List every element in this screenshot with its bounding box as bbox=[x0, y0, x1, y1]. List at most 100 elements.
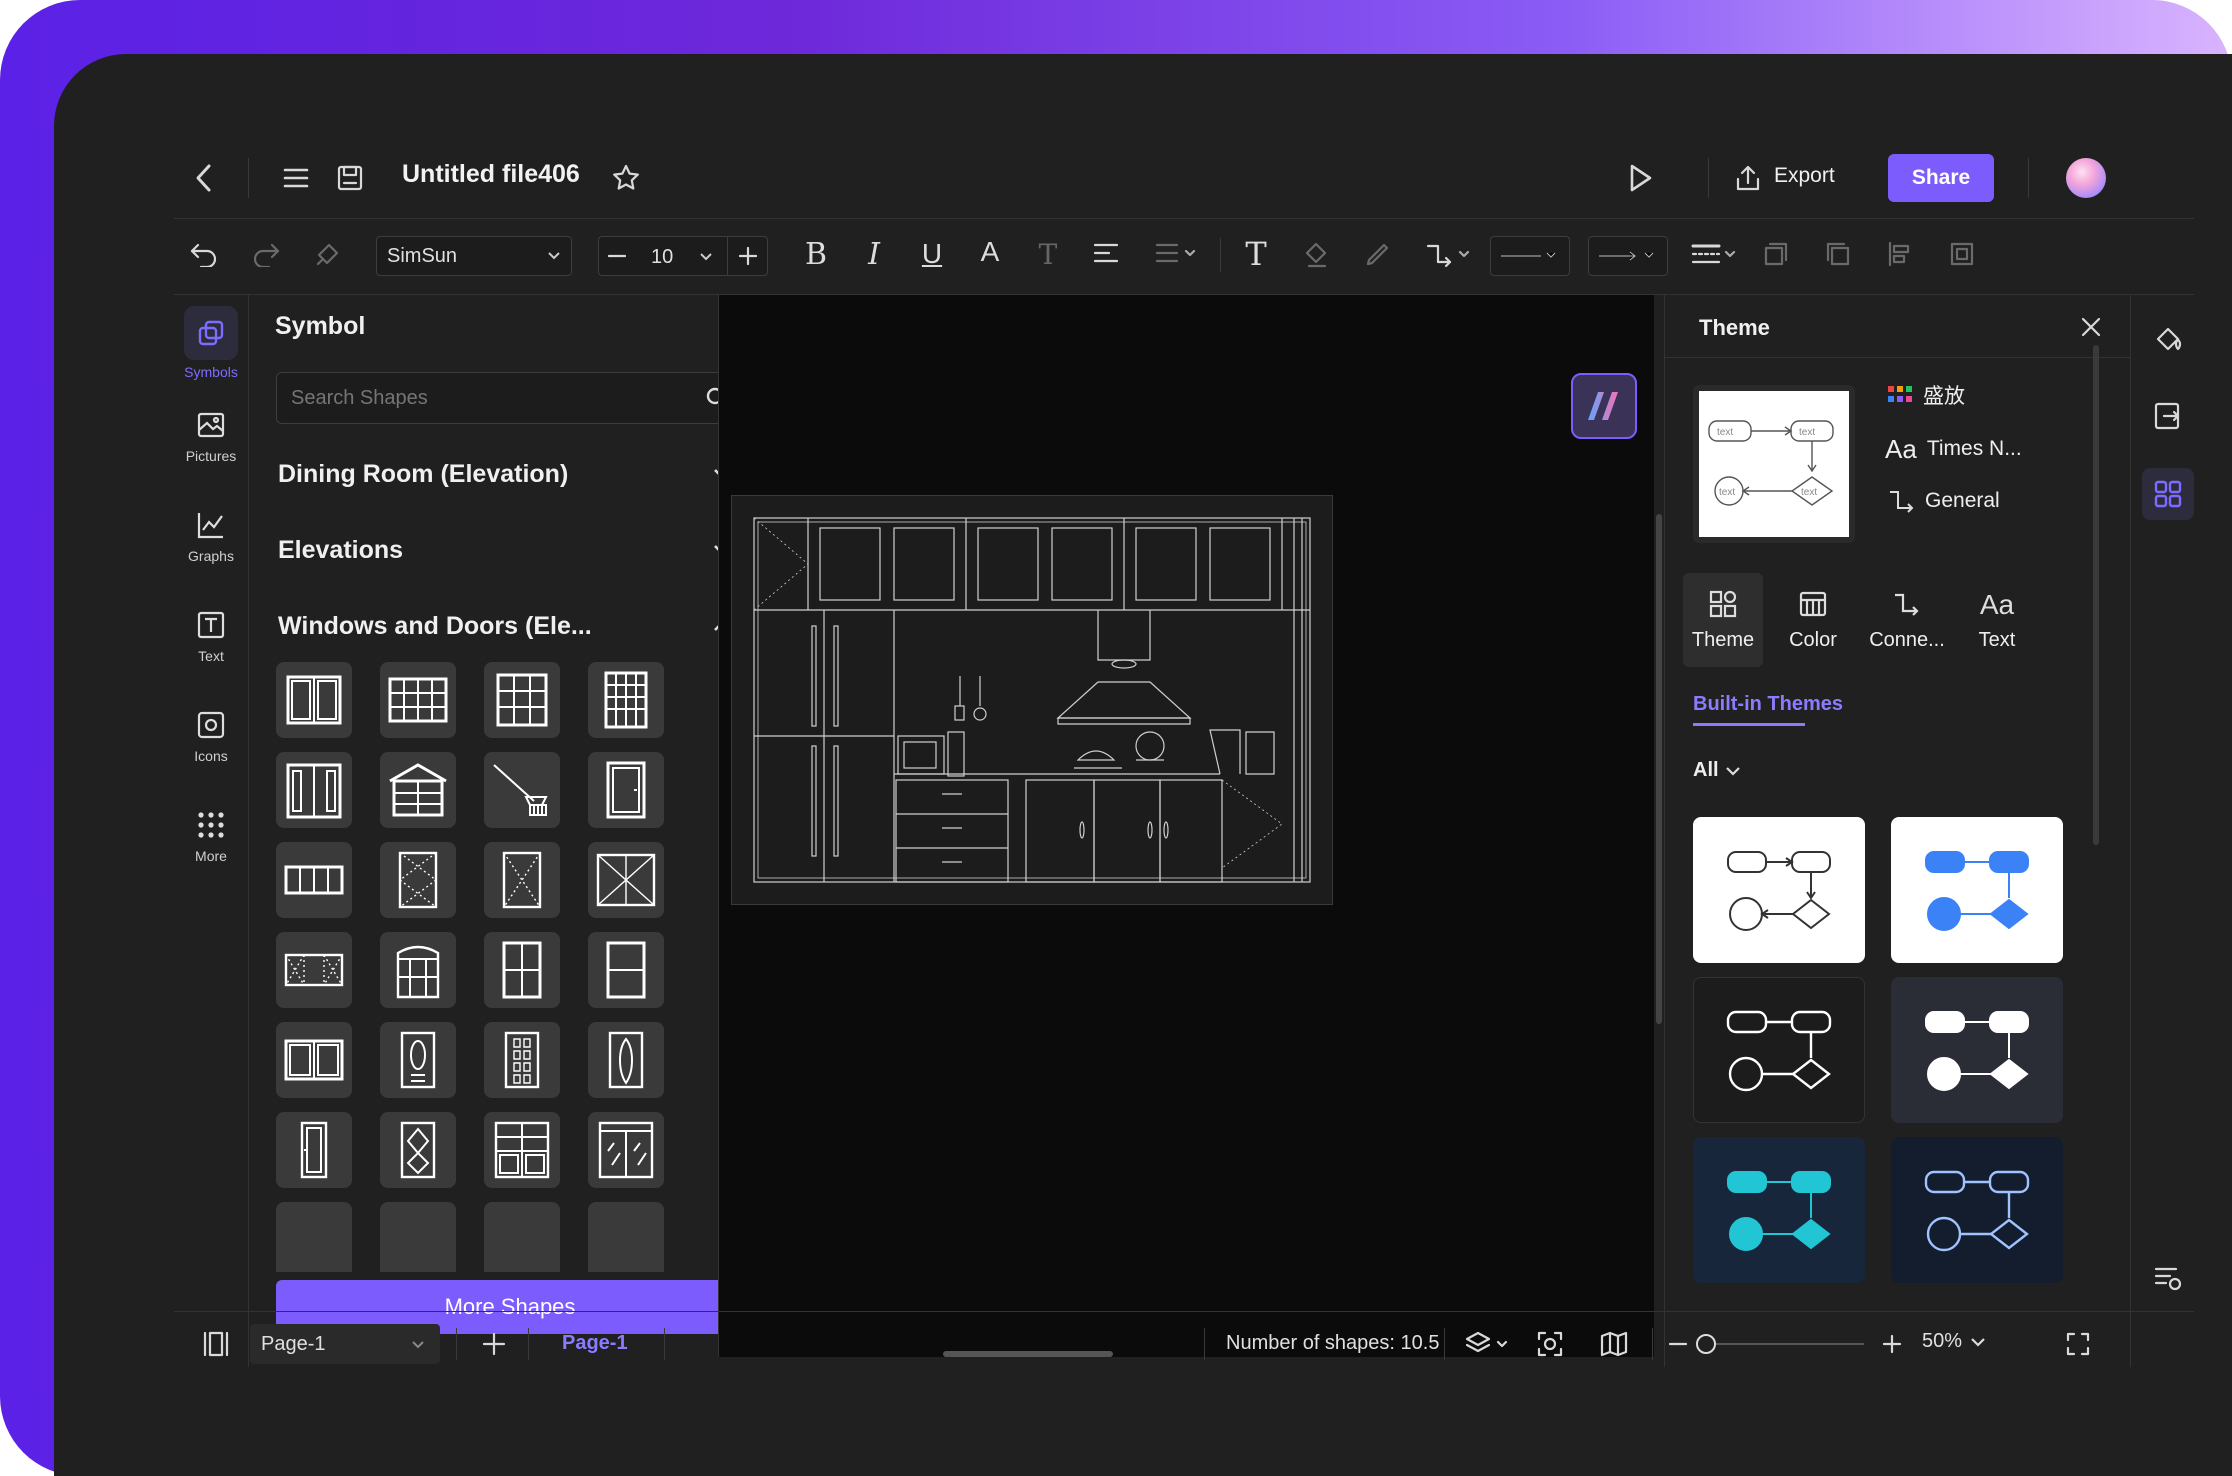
rail-item-symbols[interactable]: Symbols bbox=[174, 306, 248, 380]
group-icon[interactable] bbox=[1942, 234, 1982, 274]
section-windows-doors[interactable]: Windows and Doors (Ele... bbox=[278, 606, 744, 646]
tab-text[interactable]: Aa Text bbox=[1957, 573, 2037, 667]
symbol-door-narrow[interactable] bbox=[276, 1112, 352, 1188]
symbol-awning[interactable] bbox=[484, 752, 560, 828]
menu-icon[interactable] bbox=[276, 158, 316, 198]
symbol-window-four[interactable] bbox=[484, 932, 560, 1008]
zoom-out-icon[interactable] bbox=[1658, 1324, 1698, 1364]
symbol-door-lites[interactable] bbox=[484, 1022, 560, 1098]
line-style-select[interactable] bbox=[1490, 236, 1570, 276]
settings-list-icon[interactable] bbox=[2142, 1252, 2194, 1304]
theme-card-white-outline[interactable] bbox=[1693, 817, 1865, 963]
add-page-icon[interactable] bbox=[474, 1324, 514, 1364]
symbol-window-wide[interactable] bbox=[276, 932, 352, 1008]
arrow-style-select[interactable] bbox=[1588, 236, 1668, 276]
symbol-door-sliding[interactable] bbox=[588, 1112, 664, 1188]
symbol-window-tall[interactable] bbox=[588, 662, 664, 738]
line-spacing-icon[interactable] bbox=[1148, 234, 1204, 274]
symbol-window-sliding[interactable] bbox=[276, 1022, 352, 1098]
search-input[interactable] bbox=[291, 383, 671, 413]
layers-icon[interactable] bbox=[1460, 1324, 1516, 1364]
section-elevations[interactable]: Elevations bbox=[278, 530, 744, 570]
symbol-window-two[interactable] bbox=[588, 932, 664, 1008]
symbol-window-double[interactable] bbox=[276, 662, 352, 738]
theme-card-navy-outline[interactable] bbox=[1891, 1137, 2063, 1283]
rail-item-text[interactable]: Text bbox=[174, 610, 248, 664]
theme-filter[interactable]: All bbox=[1693, 759, 1741, 782]
theme-font-row[interactable]: Aa Times N... bbox=[1885, 431, 2022, 467]
style-fill-icon[interactable] bbox=[2142, 314, 2194, 366]
decrease-font-icon[interactable] bbox=[599, 237, 635, 275]
font-family-select[interactable]: SimSun bbox=[376, 236, 572, 276]
page-select[interactable]: Page-1 bbox=[250, 1324, 440, 1364]
back-icon[interactable] bbox=[184, 158, 224, 198]
undo-icon[interactable] bbox=[184, 234, 224, 274]
bold-icon[interactable]: B bbox=[796, 234, 836, 274]
symbol-partial-2[interactable] bbox=[380, 1202, 456, 1272]
theme-card-dark-outline[interactable] bbox=[1693, 977, 1865, 1123]
theme-palette-row[interactable]: 盛放 bbox=[1887, 379, 1965, 411]
symbol-door-double[interactable] bbox=[276, 752, 352, 828]
symbol-window-cross[interactable] bbox=[588, 842, 664, 918]
fill-icon[interactable] bbox=[1296, 234, 1336, 274]
share-button[interactable]: Share bbox=[1888, 154, 1994, 202]
text-tool-icon[interactable]: T bbox=[1236, 234, 1276, 274]
font-size-value[interactable]: 10 bbox=[651, 246, 673, 269]
underline-icon[interactable]: U bbox=[912, 234, 952, 274]
section-dining-room[interactable]: Dining Room (Elevation) bbox=[278, 454, 744, 494]
theme-card-navy-teal[interactable] bbox=[1693, 1137, 1865, 1283]
file-title[interactable]: Untitled file406 bbox=[402, 160, 580, 189]
text-style-icon[interactable]: T bbox=[1028, 234, 1068, 274]
map-icon[interactable] bbox=[1594, 1324, 1634, 1364]
zoom-slider[interactable] bbox=[1696, 1334, 1864, 1354]
tab-connector[interactable]: Conne... bbox=[1861, 573, 1953, 667]
increase-font-icon[interactable] bbox=[727, 237, 767, 275]
zoom-level[interactable]: 50% bbox=[1922, 1330, 1986, 1353]
symbol-partial-3[interactable] bbox=[484, 1202, 560, 1272]
play-icon[interactable] bbox=[1620, 158, 1660, 198]
page-setup-icon[interactable] bbox=[2142, 390, 2194, 442]
symbol-door-oval[interactable] bbox=[380, 1022, 456, 1098]
rail-item-more[interactable]: More bbox=[174, 810, 248, 864]
canvas-horizontal-scrollbar[interactable] bbox=[943, 1351, 1113, 1357]
theme-panel-scrollbar[interactable] bbox=[2093, 345, 2099, 845]
rail-item-pictures[interactable]: Pictures bbox=[174, 410, 248, 464]
connector-icon[interactable] bbox=[1420, 234, 1476, 274]
builtin-themes-label[interactable]: Built-in Themes bbox=[1693, 693, 1843, 716]
focus-icon[interactable] bbox=[1530, 1324, 1570, 1364]
close-icon[interactable] bbox=[2071, 307, 2111, 347]
drawing-page[interactable] bbox=[731, 495, 1333, 905]
pen-icon[interactable] bbox=[1358, 234, 1398, 274]
theme-card-white-blue[interactable] bbox=[1891, 817, 2063, 963]
symbol-window-gable[interactable] bbox=[380, 752, 456, 828]
line-weight-icon[interactable] bbox=[1686, 234, 1742, 274]
rail-item-icons[interactable]: Icons bbox=[174, 710, 248, 764]
align-objects-icon[interactable] bbox=[1880, 234, 1920, 274]
zoom-in-icon[interactable] bbox=[1872, 1324, 1912, 1364]
symbol-door-glass[interactable] bbox=[380, 842, 456, 918]
canvas-area[interactable] bbox=[718, 295, 1654, 1357]
export-icon[interactable] bbox=[1730, 158, 1766, 198]
format-painter-icon[interactable] bbox=[308, 234, 348, 274]
avatar[interactable] bbox=[2066, 158, 2106, 198]
page-layout-icon[interactable] bbox=[194, 1324, 238, 1364]
symbol-window-panes[interactable] bbox=[484, 662, 560, 738]
symbol-window-casement[interactable] bbox=[276, 842, 352, 918]
current-theme-preview[interactable]: text text text text bbox=[1693, 385, 1855, 543]
page-tab-active[interactable]: Page-1 bbox=[562, 1332, 628, 1355]
symbol-partial-1[interactable] bbox=[276, 1202, 352, 1272]
symbol-door-leaded[interactable] bbox=[380, 1112, 456, 1188]
symbol-door-panel[interactable] bbox=[484, 842, 560, 918]
font-color-icon[interactable]: A bbox=[970, 232, 1010, 272]
theme-connector-row[interactable]: General bbox=[1887, 483, 2000, 519]
symbol-window-arched[interactable] bbox=[380, 932, 456, 1008]
symbol-window-grid[interactable] bbox=[380, 662, 456, 738]
tab-theme[interactable]: Theme bbox=[1683, 573, 1763, 667]
tab-color[interactable]: Color bbox=[1773, 573, 1853, 667]
star-icon[interactable] bbox=[606, 158, 646, 198]
send-back-icon[interactable] bbox=[1818, 234, 1858, 274]
symbol-door-decor[interactable] bbox=[588, 1022, 664, 1098]
zoom-slider-handle[interactable] bbox=[1696, 1334, 1716, 1354]
search-box[interactable] bbox=[276, 372, 744, 424]
italic-icon[interactable]: I bbox=[854, 234, 894, 274]
